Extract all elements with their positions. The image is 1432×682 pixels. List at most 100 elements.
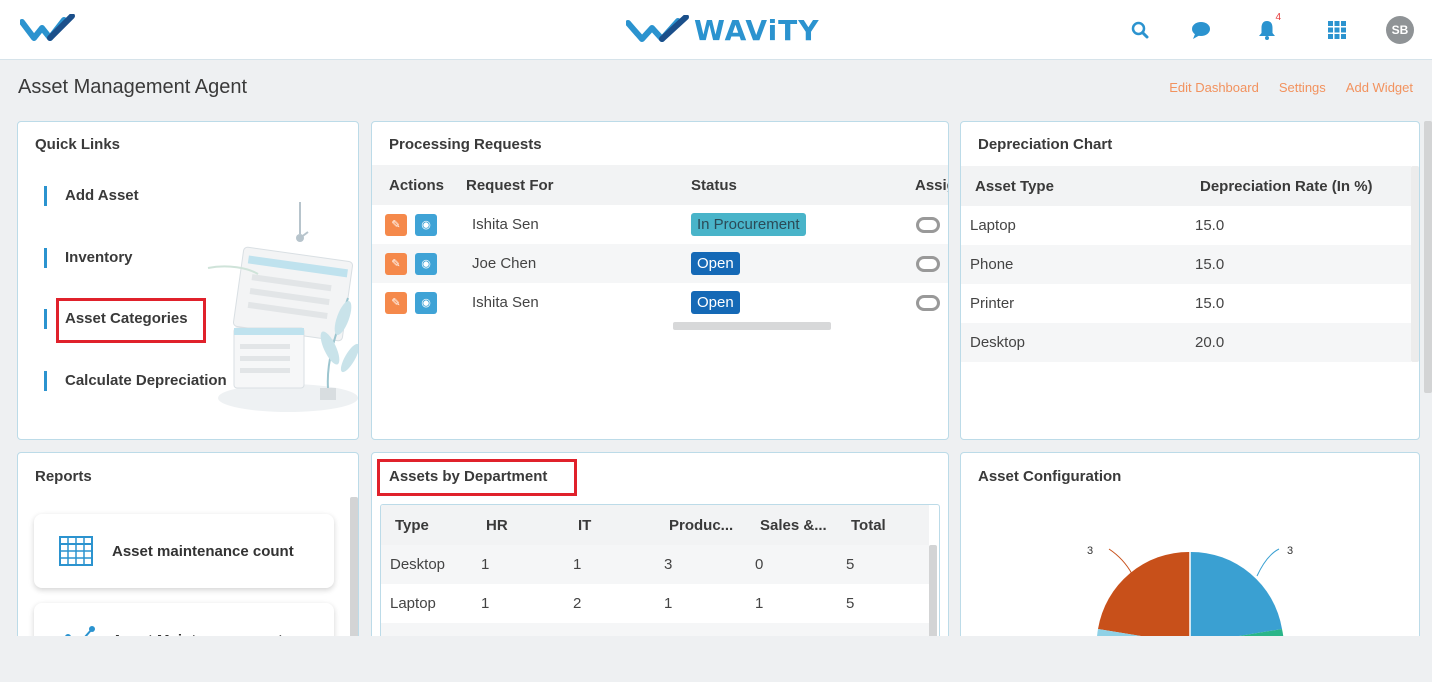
wavity-logo-icon[interactable] xyxy=(20,14,76,44)
report-asset-maintenance-count[interactable]: Asset maintenance count xyxy=(34,514,334,588)
table-row: Laptop 15.0 xyxy=(961,206,1411,245)
header-production[interactable]: Produc... xyxy=(669,517,733,534)
rate-cell: 20.0 xyxy=(1195,334,1225,351)
it-cell: 2 xyxy=(573,595,582,612)
pie-slice-orange[interactable] xyxy=(1098,551,1190,644)
header-hr[interactable]: HR xyxy=(486,517,508,534)
header-it[interactable]: IT xyxy=(578,517,591,534)
request-for-cell: Ishita Sen xyxy=(472,216,539,233)
table-row: Desktop 1 1 3 0 5 xyxy=(381,545,929,584)
assign-toggle[interactable] xyxy=(916,255,940,272)
quick-link-asset-categories[interactable]: Asset Categories xyxy=(44,309,188,329)
department-table: Type HR IT Produc... Sales &... Total De… xyxy=(380,504,940,644)
header-type[interactable]: Type xyxy=(395,517,429,534)
request-for-cell: Joe Chen xyxy=(472,255,537,272)
depreciation-chart-card: Depreciation Chart Asset Type Depreciati… xyxy=(960,121,1420,440)
page-bottom-area xyxy=(0,636,1432,682)
asset-type-cell: Desktop xyxy=(970,334,1026,351)
table-icon xyxy=(59,536,93,566)
header-depreciation-rate[interactable]: Depreciation Rate (In %) xyxy=(1200,178,1373,195)
assets-by-department-title: Assets by Department xyxy=(389,468,548,485)
rate-cell: 15.0 xyxy=(1195,295,1225,312)
apps-grid-icon[interactable] xyxy=(1325,18,1349,42)
hr-cell: 1 xyxy=(481,556,490,573)
horizontal-scrollbar[interactable] xyxy=(673,322,831,330)
production-cell: 3 xyxy=(664,556,673,573)
quick-links-title: Quick Links xyxy=(35,136,121,153)
table-row: ✎ ◉ Ishita Sen In Procurement xyxy=(372,205,948,244)
sales-cell: 1 xyxy=(755,595,764,612)
it-cell: 1 xyxy=(573,556,582,573)
header-asset-type[interactable]: Asset Type xyxy=(975,178,1054,195)
hr-cell: 1 xyxy=(481,595,490,612)
quick-link-inventory[interactable]: Inventory xyxy=(44,248,133,268)
production-cell: 1 xyxy=(664,595,673,612)
header-actions: Actions xyxy=(389,176,445,194)
rate-cell: 15.0 xyxy=(1195,256,1225,273)
type-cell: Laptop xyxy=(390,595,436,612)
total-cell: 5 xyxy=(846,595,855,612)
brand-logo: WAViTY xyxy=(626,12,820,48)
edit-icon[interactable]: ✎ xyxy=(385,213,407,236)
pie-label-right: 3 xyxy=(1287,545,1293,557)
status-badge: In Procurement xyxy=(691,213,806,236)
header-total[interactable]: Total xyxy=(851,517,886,534)
rate-cell: 15.0 xyxy=(1195,217,1225,234)
table-row: ✎ ◉ Joe Chen Open xyxy=(372,244,948,283)
settings-link[interactable]: Settings xyxy=(1279,80,1326,95)
asset-type-cell: Printer xyxy=(970,295,1015,312)
processing-requests-card: Processing Requests Actions Request For … xyxy=(371,121,949,440)
search-icon[interactable] xyxy=(1128,18,1152,42)
total-cell: 5 xyxy=(846,556,855,573)
status-badge: Open xyxy=(691,252,740,275)
header-request-for[interactable]: Request For xyxy=(466,177,554,194)
header-sales[interactable]: Sales &... xyxy=(760,517,827,534)
table-row: Phone 15.0 xyxy=(961,245,1411,284)
assign-toggle[interactable] xyxy=(916,294,940,311)
view-icon[interactable]: ◉ xyxy=(415,291,437,314)
quick-links-illustration xyxy=(207,202,358,412)
request-for-cell: Ishita Sen xyxy=(472,294,539,311)
depreciation-title: Depreciation Chart xyxy=(978,136,1113,153)
table-row: ✎ ◉ Ishita Sen Open xyxy=(372,283,948,322)
report-label: Asset maintenance count xyxy=(112,542,294,560)
depreciation-table-header: Asset Type Depreciation Rate (In %) xyxy=(961,166,1411,206)
edit-icon[interactable]: ✎ xyxy=(385,291,407,314)
quick-links-card: Quick Links Add Asset Inventory Asset Ca… xyxy=(17,121,359,440)
quick-link-add-asset[interactable]: Add Asset xyxy=(44,186,139,206)
reports-title: Reports xyxy=(35,468,92,485)
view-icon[interactable]: ◉ xyxy=(415,213,437,236)
table-row: Printer 15.0 xyxy=(961,284,1411,323)
edit-icon[interactable]: ✎ xyxy=(385,252,407,275)
header-links: Edit Dashboard Settings Add Widget xyxy=(1169,80,1413,95)
user-avatar[interactable]: SB xyxy=(1386,16,1414,44)
add-widget-link[interactable]: Add Widget xyxy=(1346,80,1413,95)
bell-icon[interactable]: 4 xyxy=(1255,12,1281,42)
type-cell: Desktop xyxy=(390,556,446,573)
asset-type-cell: Phone xyxy=(970,256,1014,273)
pie-label-left: 3 xyxy=(1087,545,1093,557)
edit-dashboard-link[interactable]: Edit Dashboard xyxy=(1169,80,1259,95)
pie-label-line-left xyxy=(1108,548,1133,575)
brand-name: WAViTY xyxy=(694,13,820,47)
top-bar: WAViTY 4 SB xyxy=(0,0,1432,60)
processing-requests-title: Processing Requests xyxy=(389,136,542,153)
page-vertical-scrollbar[interactable] xyxy=(1424,121,1432,393)
header-status[interactable]: Status xyxy=(691,177,737,194)
pie-slice-blue[interactable] xyxy=(1190,551,1282,644)
view-icon[interactable]: ◉ xyxy=(415,252,437,275)
page-title: Asset Management Agent xyxy=(18,76,248,98)
sales-cell: 0 xyxy=(755,556,764,573)
header-assigned[interactable]: Assig xyxy=(915,177,948,194)
department-table-scrollbar[interactable] xyxy=(929,545,937,643)
chat-icon[interactable] xyxy=(1189,18,1213,42)
table-row: Laptop 1 2 1 1 5 xyxy=(381,584,929,623)
status-badge: Open xyxy=(691,291,740,314)
pie-label-line-right xyxy=(1256,548,1280,577)
processing-table-header: Actions Request For Status Assig xyxy=(372,165,948,205)
assign-toggle[interactable] xyxy=(916,216,940,233)
wavity-brand-icon xyxy=(626,15,689,42)
table-row: Desktop 20.0 xyxy=(961,323,1411,362)
vertical-scrollbar-track xyxy=(1411,166,1419,362)
department-table-header: Type HR IT Produc... Sales &... Total xyxy=(381,505,929,545)
